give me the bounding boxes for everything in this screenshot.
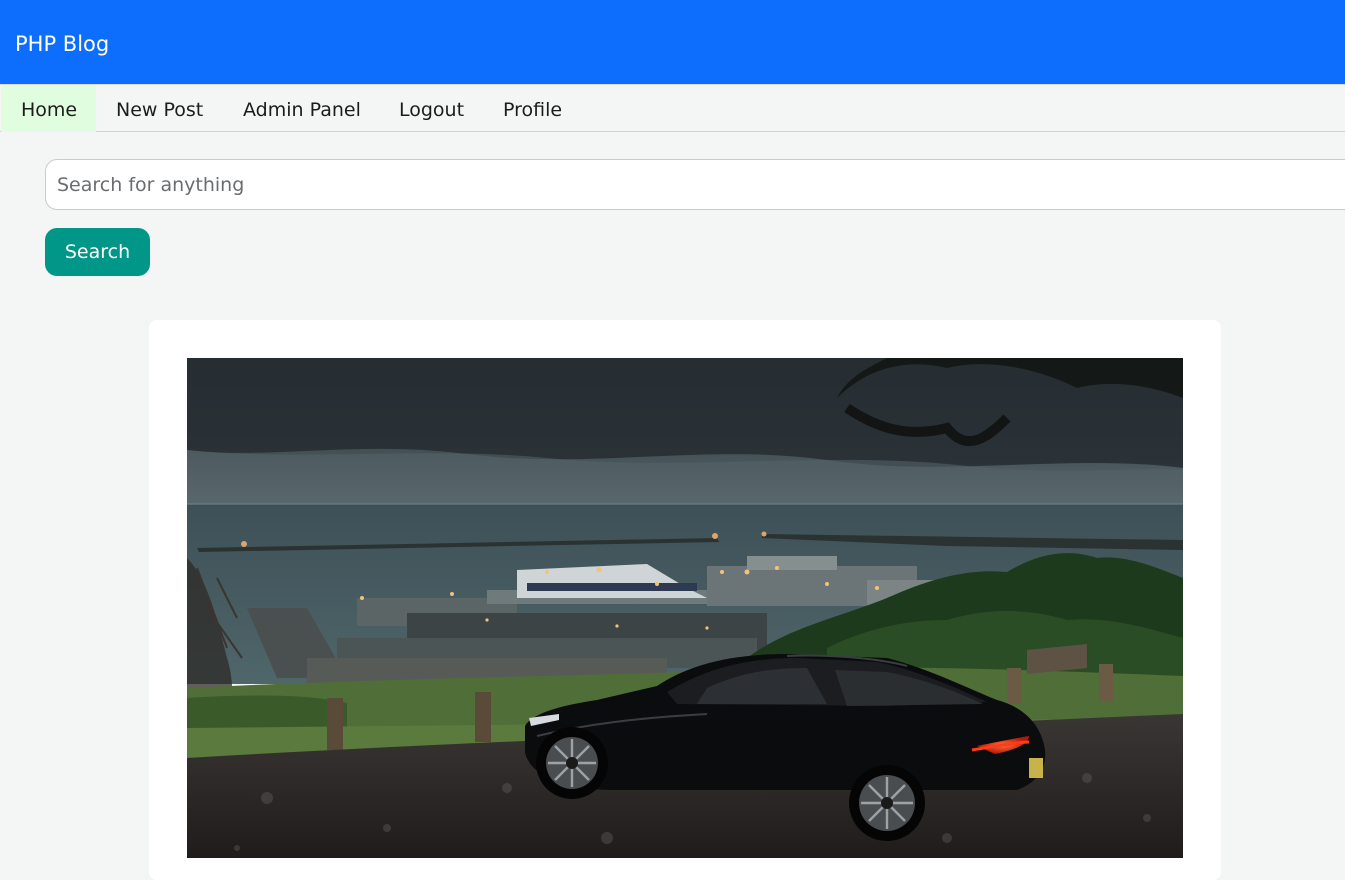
nav-item-admin-panel[interactable]: Admin Panel (223, 85, 381, 132)
nav-item-new-post[interactable]: New Post (96, 85, 223, 132)
search-button[interactable]: Search (45, 228, 150, 276)
post-image[interactable] (187, 358, 1183, 858)
top-header: PHP Blog (0, 0, 1345, 84)
nav-item-profile[interactable]: Profile (483, 85, 582, 132)
search-input[interactable] (45, 159, 1345, 210)
nav-item-home[interactable]: Home (1, 85, 96, 132)
nav-item-logout[interactable]: Logout (379, 85, 484, 132)
brand-title[interactable]: PHP Blog (15, 30, 109, 58)
post-card (149, 320, 1221, 880)
main-nav: Home New Post Admin Panel Logout Profile (0, 84, 1345, 132)
